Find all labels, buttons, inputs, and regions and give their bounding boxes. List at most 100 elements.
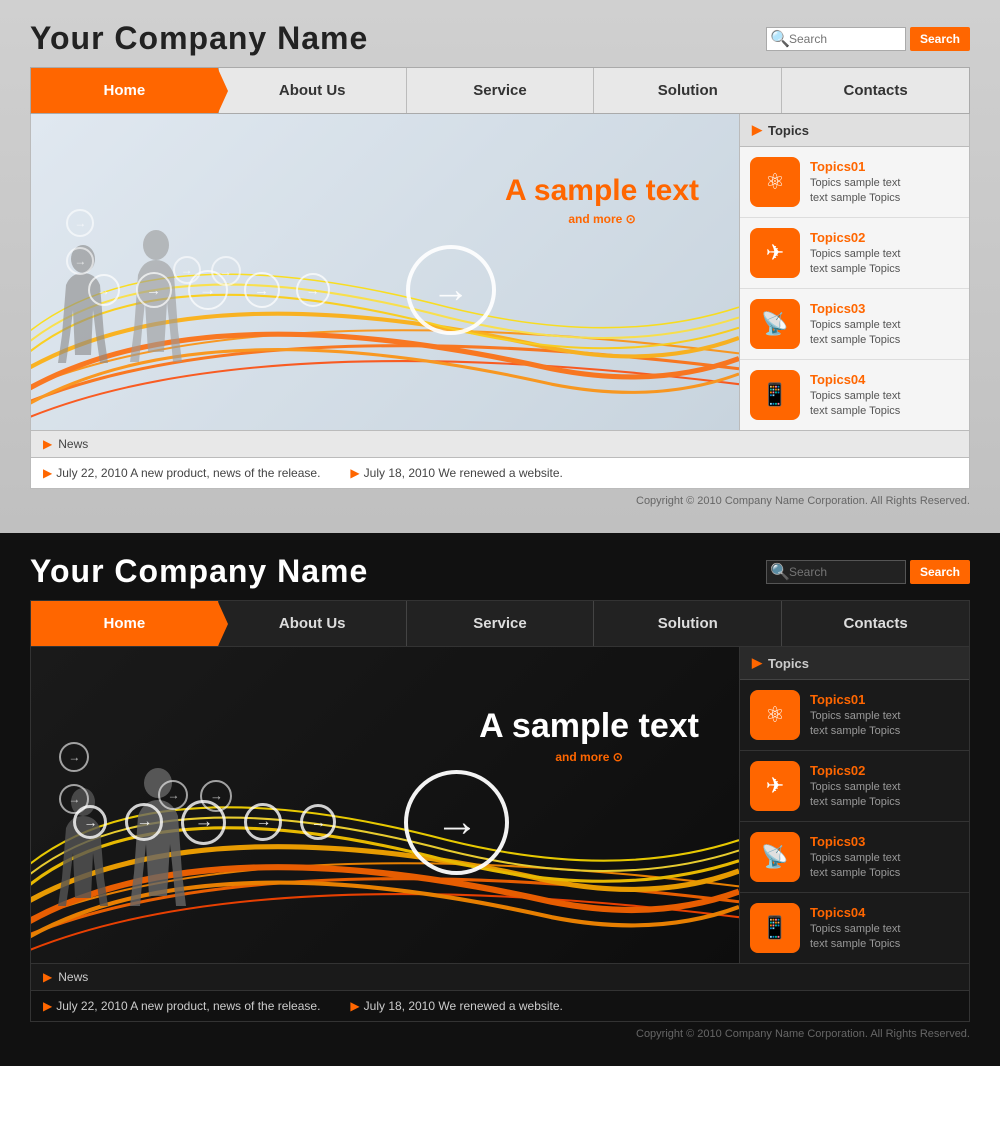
search-button-light[interactable]: Search (910, 27, 970, 51)
topic-title-2-dark: Topics02 (810, 763, 900, 778)
news-label-light: News (58, 437, 88, 451)
topics-title-dark: Topics (768, 656, 809, 671)
arrow-icons-mid-light: → → (173, 256, 241, 286)
topic-item-4-light[interactable]: 📱 Topics04 Topics sample texttext sample… (740, 360, 969, 430)
copyright-light: Copyright © 2010 Company Name Corporatio… (30, 489, 970, 513)
topic-item-2-light[interactable]: ✈ Topics02 Topics sample texttext sample… (740, 218, 969, 289)
company-name-dark: Your Company Name (30, 553, 368, 590)
nav-about-light[interactable]: About Us (219, 68, 407, 113)
topic-icon-3-light: 📡 (750, 299, 800, 349)
topic-text-3-light: Topics03 Topics sample texttext sample T… (810, 301, 900, 347)
nav-about-dark[interactable]: About Us (219, 601, 407, 646)
search-box-dark: 🔍 Search (766, 560, 970, 584)
navbar-dark: Home About Us Service Solution Contacts (30, 600, 970, 647)
main-content-light: A sample text and more ⊙ → → → → → → → →… (30, 114, 970, 431)
topic-text-4-dark: Topics04 Topics sample texttext sample T… (810, 905, 900, 951)
dark-theme-section: Your Company Name 🔍 Search Home About Us… (0, 533, 1000, 1066)
search-input-wrap-light: 🔍 (766, 27, 906, 51)
topic-desc-2-light: Topics sample texttext sample Topics (810, 247, 900, 276)
nav-home-dark[interactable]: Home (31, 601, 219, 646)
sidebar-dark: ▶ Topics ⚛ Topics01 Topics sample textte… (740, 647, 970, 964)
copyright-dark: Copyright © 2010 Company Name Corporatio… (30, 1022, 970, 1046)
nav-solution-light[interactable]: Solution (594, 68, 782, 113)
nav-service-light[interactable]: Service (407, 68, 595, 113)
nav-home-light[interactable]: Home (31, 68, 219, 113)
topic-item-2-dark[interactable]: ✈ Topics02 Topics sample texttext sample… (740, 751, 969, 822)
topic-desc-3-light: Topics sample texttext sample Topics (810, 318, 900, 347)
nav-contacts-light[interactable]: Contacts (782, 68, 969, 113)
topics-title-light: Topics (768, 123, 809, 138)
search-button-dark[interactable]: Search (910, 560, 970, 584)
hero-dark: A sample text and more ⊙ → → → → → → → →… (30, 647, 740, 964)
news-flame-icon-dark: ▶ (43, 970, 52, 984)
topic-item-1-dark[interactable]: ⚛ Topics01 Topics sample texttext sample… (740, 680, 969, 751)
hero-andmore-dark: and more ⊙ (479, 750, 699, 764)
news-items-dark: ▶July 22, 2010 A new product, news of th… (30, 991, 970, 1022)
topics-flame-icon-light: ▶ (752, 122, 762, 138)
news-bar-dark: ▶ News (30, 964, 970, 991)
arrow-sm4-light: → (244, 272, 280, 308)
news-item-1-dark: ▶July 22, 2010 A new product, news of th… (43, 999, 320, 1013)
news-bar-light: ▶ News (30, 431, 970, 458)
hero-headline-light: A sample text (505, 174, 699, 207)
topic-item-4-dark[interactable]: 📱 Topics04 Topics sample texttext sample… (740, 893, 969, 963)
news-label-dark: News (58, 970, 88, 984)
search-box-light: 🔍 Search (766, 27, 970, 51)
topics-flame-icon-dark: ▶ (752, 655, 762, 671)
topic-text-3-dark: Topics03 Topics sample texttext sample T… (810, 834, 900, 880)
topic-title-3-dark: Topics03 (810, 834, 900, 849)
topic-title-1-light: Topics01 (810, 159, 900, 174)
header-dark: Your Company Name 🔍 Search (30, 553, 970, 590)
topic-desc-2-dark: Topics sample texttext sample Topics (810, 780, 900, 809)
topic-title-2-light: Topics02 (810, 230, 900, 245)
arrow-sm1-light: → (88, 274, 120, 306)
news-items-light: ▶July 22, 2010 A new product, news of th… (30, 458, 970, 489)
hero-light: A sample text and more ⊙ → → → → → → → →… (30, 114, 740, 431)
topic-text-4-light: Topics04 Topics sample texttext sample T… (810, 372, 900, 418)
arrow-icons-light: → → → → → → (88, 245, 496, 335)
arrow-sm2-light: → (136, 272, 172, 308)
nav-contacts-dark[interactable]: Contacts (782, 601, 969, 646)
topic-text-2-dark: Topics02 Topics sample texttext sample T… (810, 763, 900, 809)
arrow-sm5-light: → (296, 273, 330, 307)
navbar-light: Home About Us Service Solution Contacts (30, 67, 970, 114)
topic-title-3-light: Topics03 (810, 301, 900, 316)
topic-icon-2-dark: ✈ (750, 761, 800, 811)
arrow-large-light: → (406, 245, 496, 335)
topic-icon-2-light: ✈ (750, 228, 800, 278)
header-light: Your Company Name 🔍 Search (30, 20, 970, 57)
hero-headline-dark: A sample text (479, 707, 699, 745)
topic-text-1-light: Topics01 Topics sample texttext sample T… (810, 159, 900, 205)
news-flame-icon-light: ▶ (43, 437, 52, 451)
topic-desc-4-light: Topics sample texttext sample Topics (810, 389, 900, 418)
topic-text-2-light: Topics02 Topics sample texttext sample T… (810, 230, 900, 276)
topics-header-light: ▶ Topics (740, 114, 969, 147)
nav-solution-dark[interactable]: Solution (594, 601, 782, 646)
topic-title-4-light: Topics04 (810, 372, 900, 387)
topic-icon-4-dark: 📱 (750, 903, 800, 953)
topic-desc-3-dark: Topics sample texttext sample Topics (810, 851, 900, 880)
search-icon-light: 🔍 (770, 29, 790, 49)
news-item-2-dark: ▶July 18, 2010 We renewed a website. (350, 999, 562, 1013)
topic-desc-1-light: Topics sample texttext sample Topics (810, 176, 900, 205)
topics-header-dark: ▶ Topics (740, 647, 969, 680)
sample-text-light: A sample text and more ⊙ (505, 174, 699, 226)
topic-title-1-dark: Topics01 (810, 692, 900, 707)
light-theme-section: Your Company Name 🔍 Search Home About Us… (0, 0, 1000, 533)
arrow-large-dark: → (404, 770, 509, 875)
nav-service-dark[interactable]: Service (407, 601, 595, 646)
topic-title-4-dark: Topics04 (810, 905, 900, 920)
hero-andmore-light: and more ⊙ (505, 212, 699, 226)
sample-text-dark: A sample text and more ⊙ (479, 707, 699, 764)
search-icon-dark: 🔍 (770, 562, 790, 582)
arrow-icons-left-light: → → (66, 209, 94, 275)
topic-icon-3-dark: 📡 (750, 832, 800, 882)
search-input-wrap-dark: 🔍 (766, 560, 906, 584)
company-name-light: Your Company Name (30, 20, 368, 57)
topic-item-3-dark[interactable]: 📡 Topics03 Topics sample texttext sample… (740, 822, 969, 893)
topic-item-1-light[interactable]: ⚛ Topics01 Topics sample texttext sample… (740, 147, 969, 218)
topic-item-3-light[interactable]: 📡 Topics03 Topics sample texttext sample… (740, 289, 969, 360)
news-item-2-light: ▶July 18, 2010 We renewed a website. (350, 466, 562, 480)
topic-text-1-dark: Topics01 Topics sample texttext sample T… (810, 692, 900, 738)
topic-desc-4-dark: Topics sample texttext sample Topics (810, 922, 900, 951)
